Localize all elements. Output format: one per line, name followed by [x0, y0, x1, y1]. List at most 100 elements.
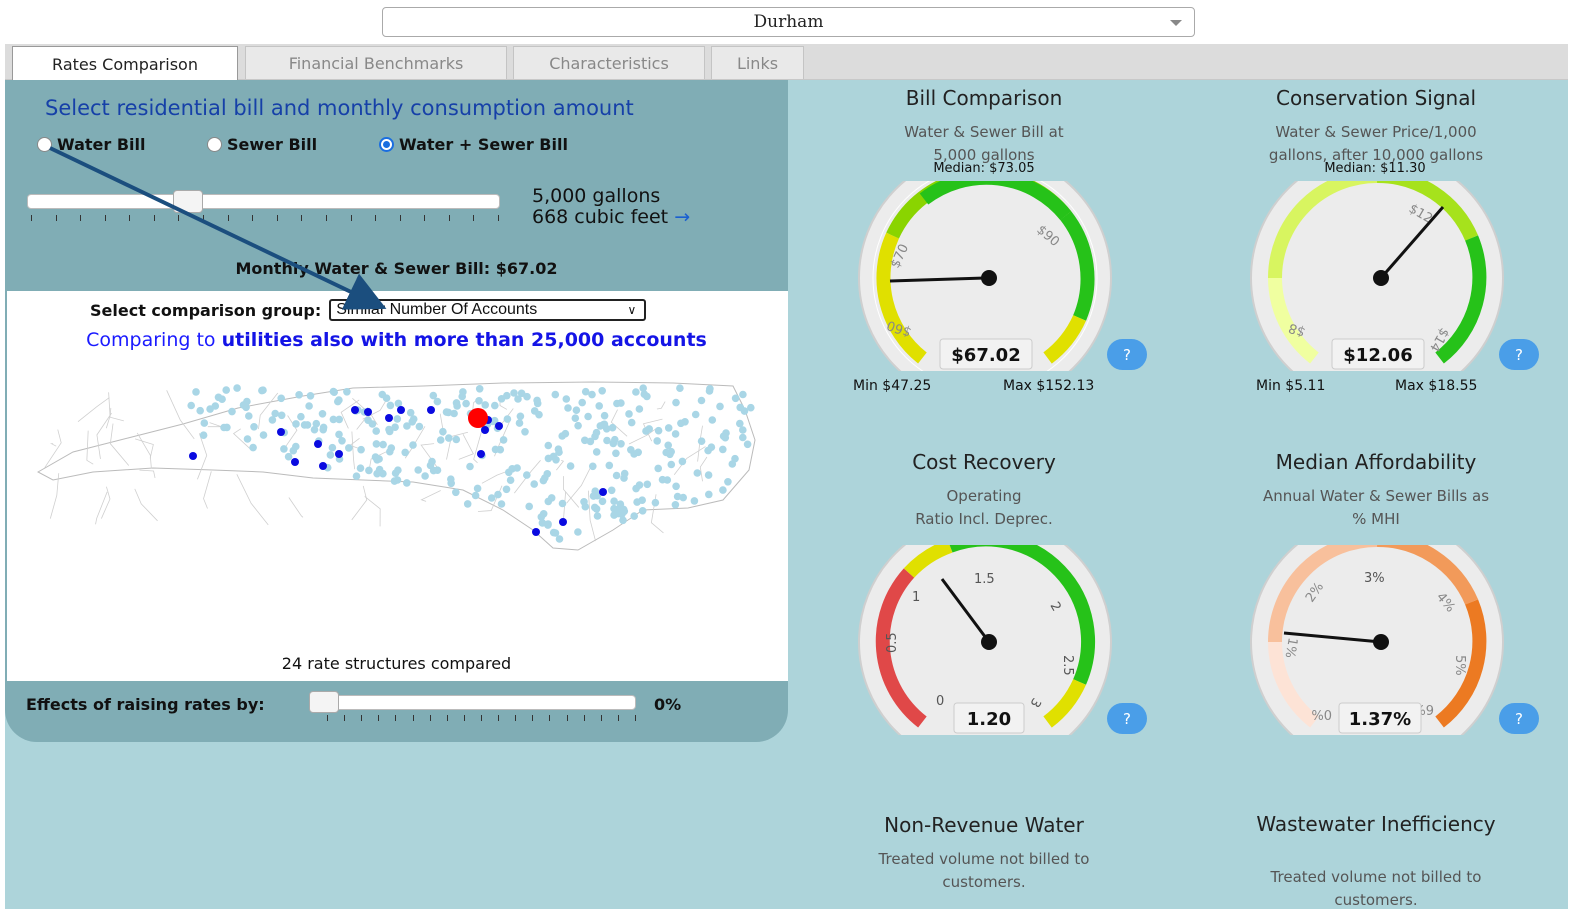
utility-dot[interactable] — [535, 410, 543, 419]
utility-select[interactable]: Durham — [382, 7, 1195, 37]
utility-dot[interactable] — [697, 396, 706, 405]
utility-dot[interactable] — [345, 444, 353, 452]
utility-dot[interactable] — [537, 513, 546, 521]
utility-dot[interactable] — [503, 415, 512, 423]
utility-dot[interactable] — [630, 512, 638, 520]
tab-characteristics[interactable]: Characteristics — [513, 46, 705, 79]
utility-dot[interactable] — [736, 419, 744, 428]
utility-dot[interactable] — [612, 449, 620, 458]
utility-dot[interactable] — [607, 486, 616, 495]
utility-dot[interactable] — [496, 445, 505, 454]
utility-dot[interactable] — [523, 471, 531, 479]
utility-dot[interactable] — [551, 390, 560, 399]
utility-dot[interactable] — [421, 472, 429, 480]
utility-dot[interactable] — [259, 386, 267, 394]
utility-dot[interactable] — [530, 480, 538, 488]
utility-dot[interactable] — [704, 471, 713, 479]
utility-dot[interactable] — [245, 412, 253, 420]
utility-dot[interactable] — [475, 385, 484, 393]
utility-dot[interactable] — [525, 502, 533, 511]
comparison-utility-dot[interactable] — [277, 428, 285, 436]
utility-dot[interactable] — [663, 476, 672, 484]
utility-dot[interactable] — [708, 416, 717, 424]
utility-dot[interactable] — [625, 410, 633, 418]
utility-dot[interactable] — [409, 441, 417, 449]
radio-sewer-bill[interactable]: Sewer Bill — [207, 135, 317, 154]
comparison-utility-dot[interactable] — [397, 406, 405, 414]
utility-dot[interactable] — [297, 412, 305, 421]
utility-dot[interactable] — [588, 390, 596, 399]
utility-dot[interactable] — [705, 490, 713, 499]
utility-dot[interactable] — [364, 416, 372, 424]
utility-dot[interactable] — [462, 399, 470, 408]
utility-dot[interactable] — [372, 440, 381, 448]
utility-dot[interactable] — [552, 456, 560, 464]
utility-dot[interactable] — [671, 430, 680, 438]
utility-dot[interactable] — [691, 410, 700, 419]
utility-dot[interactable] — [562, 395, 571, 403]
utility-dot[interactable] — [566, 462, 575, 470]
utility-dot[interactable] — [403, 479, 411, 487]
utility-dot[interactable] — [627, 446, 635, 454]
comparison-utility-dot[interactable] — [335, 450, 343, 458]
utility-dot[interactable] — [574, 528, 582, 536]
utility-dot[interactable] — [672, 398, 680, 407]
radio-water-sewer-bill[interactable]: Water + Sewer Bill — [379, 135, 568, 154]
consumption-slider-handle[interactable] — [173, 190, 204, 213]
utility-dot[interactable] — [223, 423, 231, 432]
utility-dot[interactable] — [719, 432, 728, 440]
utility-dot[interactable] — [277, 394, 285, 403]
radio-circle[interactable] — [37, 137, 52, 152]
utility-dot[interactable] — [471, 491, 480, 500]
utility-dot[interactable] — [463, 500, 472, 508]
utility-dot[interactable] — [664, 424, 673, 432]
utility-dot[interactable] — [428, 457, 436, 466]
utility-dot[interactable] — [747, 403, 755, 412]
utility-dot[interactable] — [318, 410, 327, 418]
utility-dot[interactable] — [385, 425, 393, 434]
utility-dot[interactable] — [564, 404, 572, 412]
utility-dot[interactable] — [589, 492, 598, 500]
utility-dot[interactable] — [572, 406, 581, 414]
utility-dot[interactable] — [499, 436, 508, 444]
utility-dot[interactable] — [578, 398, 586, 407]
utility-dot[interactable] — [352, 472, 361, 480]
utility-dot[interactable] — [306, 392, 315, 400]
utility-dot[interactable] — [505, 468, 513, 477]
utility-dot[interactable] — [365, 466, 373, 475]
utility-dot[interactable] — [654, 464, 662, 473]
utility-dot[interactable] — [598, 497, 607, 506]
utility-dot[interactable] — [533, 396, 541, 405]
comparison-utility-dot[interactable] — [532, 528, 540, 536]
utility-dot[interactable] — [243, 435, 252, 443]
utility-dot[interactable] — [643, 480, 652, 489]
utility-dot[interactable] — [654, 426, 663, 435]
radio-circle[interactable] — [207, 137, 222, 152]
utility-dot[interactable] — [676, 384, 684, 392]
utility-dot[interactable] — [357, 445, 365, 454]
utility-dot[interactable] — [502, 485, 511, 494]
utility-dot[interactable] — [617, 440, 625, 448]
utility-dot[interactable] — [280, 445, 288, 453]
utility-dot[interactable] — [620, 469, 629, 478]
utility-dot[interactable] — [617, 399, 625, 407]
utility-dot[interactable] — [187, 401, 195, 410]
north-carolina-map[interactable] — [33, 380, 763, 555]
utility-dot[interactable] — [581, 502, 590, 511]
comparison-utility-dot[interactable] — [495, 422, 503, 430]
utility-dot[interactable] — [635, 405, 644, 413]
utility-dot[interactable] — [634, 448, 642, 457]
utility-dot[interactable] — [653, 437, 661, 445]
utility-dot[interactable] — [736, 403, 744, 412]
utility-dot[interactable] — [439, 427, 447, 436]
utility-dot[interactable] — [497, 500, 506, 508]
utility-dot[interactable] — [394, 466, 402, 474]
utility-dot[interactable] — [473, 484, 482, 493]
utility-dot[interactable] — [222, 386, 230, 394]
utility-dot[interactable] — [433, 397, 442, 406]
right-arrow-icon[interactable]: → — [674, 206, 690, 228]
comparison-utility-dot[interactable] — [351, 406, 359, 414]
utility-dot[interactable] — [503, 391, 511, 400]
utility-dot[interactable] — [672, 482, 680, 491]
comparison-utility-dot[interactable] — [477, 450, 485, 458]
